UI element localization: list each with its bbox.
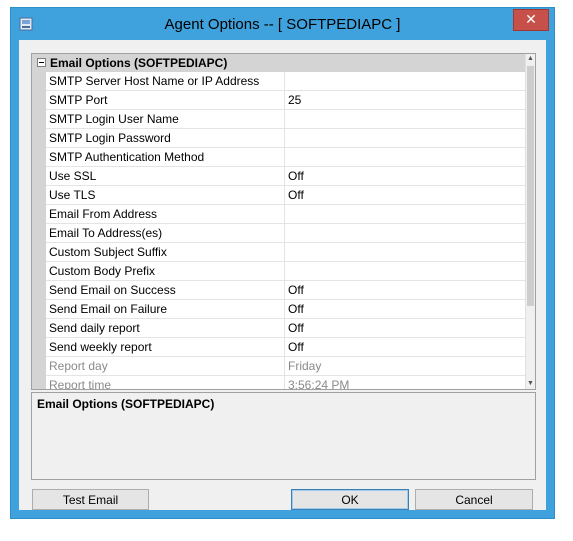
description-title: Email Options (SOFTPEDIAPC): [37, 397, 215, 411]
category-row[interactable]: Email Options (SOFTPEDIAPC): [32, 54, 525, 72]
property-row[interactable]: Use SSL Off: [46, 167, 525, 186]
property-value[interactable]: Off: [288, 302, 518, 316]
property-row[interactable]: SMTP Login User Name: [46, 110, 525, 129]
property-value[interactable]: Friday: [288, 359, 518, 373]
property-name: Custom Subject Suffix: [49, 245, 167, 259]
property-name: Send weekly report: [49, 340, 152, 354]
scroll-up-arrow-icon[interactable]: ▲: [527, 55, 534, 63]
property-row[interactable]: SMTP Login Password: [46, 129, 525, 148]
property-row[interactable]: Report time 3:56:24 PM: [46, 376, 525, 390]
property-row[interactable]: Email To Address(es): [46, 224, 525, 243]
dialog-client-area: Email Options (SOFTPEDIAPC) SMTP Server …: [19, 40, 546, 510]
window-title: Agent Options -- [ SOFTPEDIAPC ]: [164, 16, 401, 33]
property-row[interactable]: Send weekly report Off: [46, 338, 525, 357]
property-name: Send Email on Success: [49, 283, 176, 297]
property-rows: SMTP Server Host Name or IP Address SMTP…: [46, 72, 525, 390]
property-value[interactable]: 25: [288, 93, 518, 107]
property-name: Email To Address(es): [49, 226, 163, 240]
agent-options-window: Agent Options -- [ SOFTPEDIAPC ] ✕ Email…: [11, 8, 554, 518]
description-panel: Email Options (SOFTPEDIAPC): [31, 392, 536, 480]
property-row[interactable]: Use TLS Off: [46, 186, 525, 205]
property-name: Use SSL: [49, 169, 97, 183]
close-icon: ✕: [525, 11, 537, 27]
property-value[interactable]: Off: [288, 321, 518, 335]
close-button[interactable]: ✕: [513, 9, 549, 31]
scroll-down-arrow-icon[interactable]: ▼: [527, 380, 534, 388]
title-bar[interactable]: Agent Options -- [ SOFTPEDIAPC ] ✕: [11, 8, 554, 40]
property-row[interactable]: Send Email on Success Off: [46, 281, 525, 300]
property-name: SMTP Port: [49, 93, 108, 107]
property-name: Custom Body Prefix: [49, 264, 156, 278]
property-name: SMTP Login User Name: [49, 112, 179, 126]
property-row[interactable]: Report day Friday: [46, 357, 525, 376]
property-name: SMTP Server Host Name or IP Address: [49, 74, 260, 88]
collapse-icon[interactable]: [37, 58, 46, 67]
property-name: SMTP Login Password: [49, 131, 171, 145]
property-row[interactable]: SMTP Server Host Name or IP Address: [46, 72, 525, 91]
property-name: Use TLS: [49, 188, 96, 202]
property-name: Report day: [49, 359, 108, 373]
property-name: Email From Address: [49, 207, 158, 221]
property-value[interactable]: Off: [288, 169, 518, 183]
category-label: Email Options (SOFTPEDIAPC): [50, 56, 228, 70]
property-row[interactable]: Custom Subject Suffix: [46, 243, 525, 262]
property-grid[interactable]: Email Options (SOFTPEDIAPC) SMTP Server …: [31, 53, 536, 390]
property-name: SMTP Authentication Method: [49, 150, 205, 164]
property-value[interactable]: 3:56:24 PM: [288, 378, 518, 389]
property-value[interactable]: Off: [288, 340, 518, 354]
property-row[interactable]: SMTP Authentication Method: [46, 148, 525, 167]
app-icon: [19, 17, 33, 31]
property-row[interactable]: Custom Body Prefix: [46, 262, 525, 281]
property-value[interactable]: Off: [288, 188, 518, 202]
scroll-thumb[interactable]: [527, 66, 534, 306]
property-name: Report time: [49, 378, 112, 390]
test-email-button[interactable]: Test Email: [32, 489, 149, 510]
property-name: Send daily report: [49, 321, 140, 335]
grid-scrollbar[interactable]: ▲ ▼: [525, 54, 535, 389]
cancel-button[interactable]: Cancel: [415, 489, 533, 510]
property-row[interactable]: Send Email on Failure Off: [46, 300, 525, 319]
property-value[interactable]: Off: [288, 283, 518, 297]
property-row[interactable]: SMTP Port 25: [46, 91, 525, 110]
property-row[interactable]: Email From Address: [46, 205, 525, 224]
property-row[interactable]: Send daily report Off: [46, 319, 525, 338]
ok-button[interactable]: OK: [291, 489, 409, 510]
grid-margin: [32, 72, 46, 389]
property-name: Send Email on Failure: [49, 302, 168, 316]
